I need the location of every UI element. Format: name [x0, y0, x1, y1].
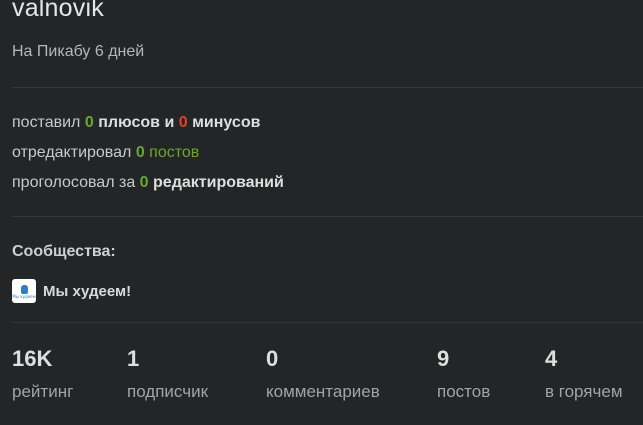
minuses-count: 0 [178, 114, 188, 131]
profile-since: На Пикабу 6 дней [12, 43, 145, 60]
activity-votes-prefix: поставил [12, 114, 81, 131]
activity-edits-prefix: отредактировал [12, 144, 132, 161]
activity-votes-line: поставил 0 плюсов и 0 минусов [12, 114, 260, 132]
stat-value: 4 [545, 346, 558, 371]
edits-posts-link[interactable]: постов [149, 144, 199, 161]
activity-edit-votes-prefix: проголосовал за [12, 174, 136, 191]
activity-edit-votes-suffix: редактирований [153, 174, 284, 191]
profile-username[interactable]: valnovik [12, 0, 104, 23]
stat-label: комментариев [266, 382, 380, 401]
stat-label: рейтинг [12, 382, 74, 401]
communities-title: Сообщества: [12, 243, 116, 260]
edit-votes-count: 0 [139, 174, 149, 191]
pluses-count: 0 [84, 114, 94, 131]
activity-votes-suffix: минусов [192, 114, 261, 131]
stat-rating: 16K рейтинг [12, 345, 73, 402]
stat-value: 1 [127, 346, 140, 371]
stat-value: 0 [266, 346, 279, 371]
divider [12, 87, 643, 88]
stat-value: 9 [437, 346, 450, 371]
divider [12, 216, 643, 217]
stat-hot[interactable]: 4 в горячем [545, 345, 623, 402]
person-icon [20, 284, 28, 294]
activity-edit-votes-line: проголосовал за 0 редактирований [12, 174, 284, 192]
stat-label: подписчик [127, 382, 209, 401]
stat-comments[interactable]: 0 комментариев [266, 345, 380, 402]
profile-panel: valnovik На Пикабу 6 дней поставил 0 плю… [0, 0, 643, 425]
divider [12, 322, 643, 323]
community-name[interactable]: Мы худеем! [43, 283, 131, 300]
activity-votes-middle: плюсов и [98, 114, 175, 131]
community-avatar[interactable]: Мы худеем [12, 279, 36, 303]
community-item[interactable]: Мы худеем Мы худеем! [12, 279, 131, 303]
activity-edits-line: отредактировал 0 постов [12, 144, 199, 162]
stat-value: 16K [12, 346, 53, 371]
edits-count: 0 [135, 144, 145, 161]
stat-posts[interactable]: 9 постов [437, 345, 490, 402]
community-avatar-text: Мы худеем [12, 293, 36, 299]
stat-label: в горячем [545, 382, 623, 401]
stat-label: постов [437, 382, 491, 401]
stat-subscribers[interactable]: 1 подписчик [127, 345, 208, 402]
